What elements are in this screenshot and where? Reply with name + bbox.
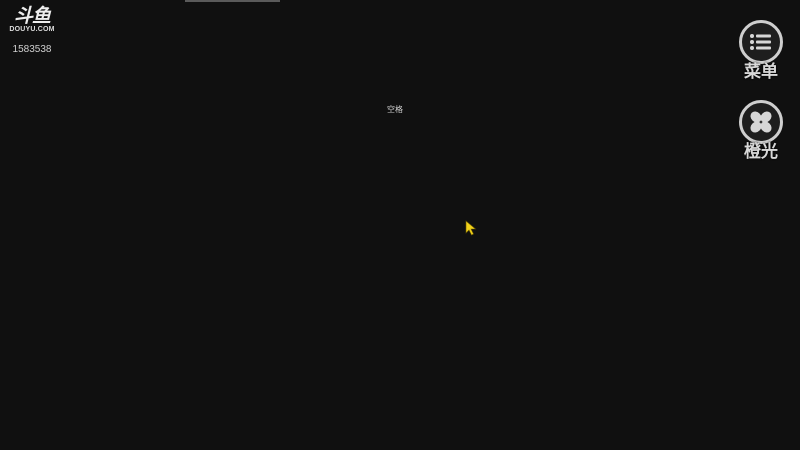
douyu-logo: 斗鱼 DOUYU.COM: [6, 6, 58, 34]
menu-button-label: 菜单: [744, 62, 778, 82]
light-button[interactable]: 橙光: [732, 100, 790, 162]
light-button-label: 橙光: [744, 142, 778, 162]
room-id: 1583538: [12, 44, 52, 55]
key-hint-label: 空格: [387, 105, 403, 114]
top-progress-bar: [185, 0, 280, 2]
mouse-cursor-icon: [465, 220, 477, 236]
fan-icon: [739, 100, 783, 144]
game-screen[interactable]: 斗鱼 DOUYU.COM 1583538 空格 菜单 橙光: [0, 0, 800, 450]
menu-list-icon: [739, 20, 783, 64]
menu-button[interactable]: 菜单: [732, 20, 790, 82]
logo-domain: DOUYU.COM: [9, 26, 55, 33]
logo-mark: 斗鱼: [13, 5, 51, 27]
